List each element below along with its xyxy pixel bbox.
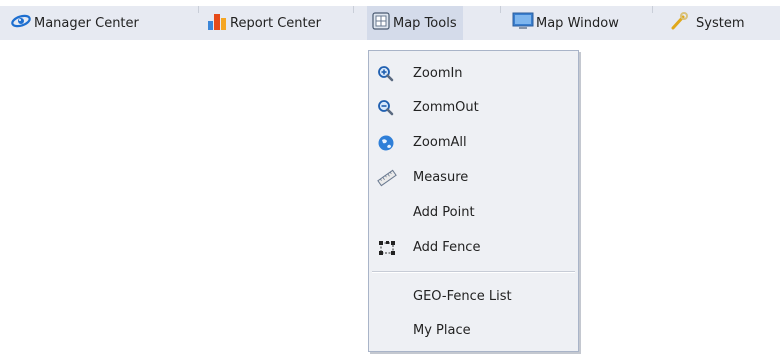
menu-label: Manager Center xyxy=(34,15,139,31)
menu-item-my-place[interactable]: My Place xyxy=(369,316,578,346)
globe-icon xyxy=(377,134,395,152)
menubar-separator xyxy=(353,6,354,13)
menubar-separator xyxy=(500,6,501,13)
menu-label: Map Window xyxy=(536,15,619,31)
menu-item-label: ZoomIn xyxy=(413,66,463,81)
menu-manager-center[interactable]: Manager Center xyxy=(10,6,139,40)
monitor-icon xyxy=(512,11,534,35)
menu-item-zoomall[interactable]: ZoomAll xyxy=(369,128,578,158)
menu-item-label: ZoomAll xyxy=(413,135,467,150)
menu-map-window[interactable]: Map Window xyxy=(512,6,619,40)
menu-map-tools[interactable]: Map Tools xyxy=(367,6,463,40)
menu-item-geo-fence-list[interactable]: GEO-Fence List xyxy=(369,282,578,312)
eye-icon xyxy=(10,13,32,33)
bar-chart-icon xyxy=(206,11,228,35)
menu-item-add-fence[interactable]: Add Fence xyxy=(369,233,578,263)
menu-item-measure[interactable]: Measure xyxy=(369,163,578,193)
menu-item-label: Measure xyxy=(413,170,469,185)
menu-label: System xyxy=(696,15,745,31)
menu-item-zoomout[interactable]: ZommOut xyxy=(369,93,578,123)
menu-label: Report Center xyxy=(230,15,321,31)
menu-item-label: Add Point xyxy=(413,205,475,220)
menu-label: Map Tools xyxy=(393,15,457,31)
menu-system[interactable]: System xyxy=(668,6,744,40)
ruler-icon xyxy=(377,169,397,187)
fence-icon xyxy=(377,239,395,257)
menu-item-label: Add Fence xyxy=(413,240,481,255)
map-tools-dropdown: ZoomIn ZommOut ZoomAll Measure Add Point… xyxy=(368,50,579,352)
menu-item-label: ZommOut xyxy=(413,100,479,115)
menu-item-add-point[interactable]: Add Point xyxy=(369,198,578,228)
menubar-separator xyxy=(652,6,653,13)
menu-item-label: GEO-Fence List xyxy=(413,289,512,304)
menu-report-center[interactable]: Report Center xyxy=(206,6,321,40)
zoom-out-icon xyxy=(377,99,395,117)
menubar-separator xyxy=(198,6,199,13)
menu-separator-highlight xyxy=(372,272,575,273)
wrench-icon xyxy=(668,11,690,35)
zoom-in-icon xyxy=(377,65,395,83)
menu-item-label: My Place xyxy=(413,323,471,338)
map-tools-icon xyxy=(371,11,391,35)
menu-item-zoomin[interactable]: ZoomIn xyxy=(369,59,578,89)
